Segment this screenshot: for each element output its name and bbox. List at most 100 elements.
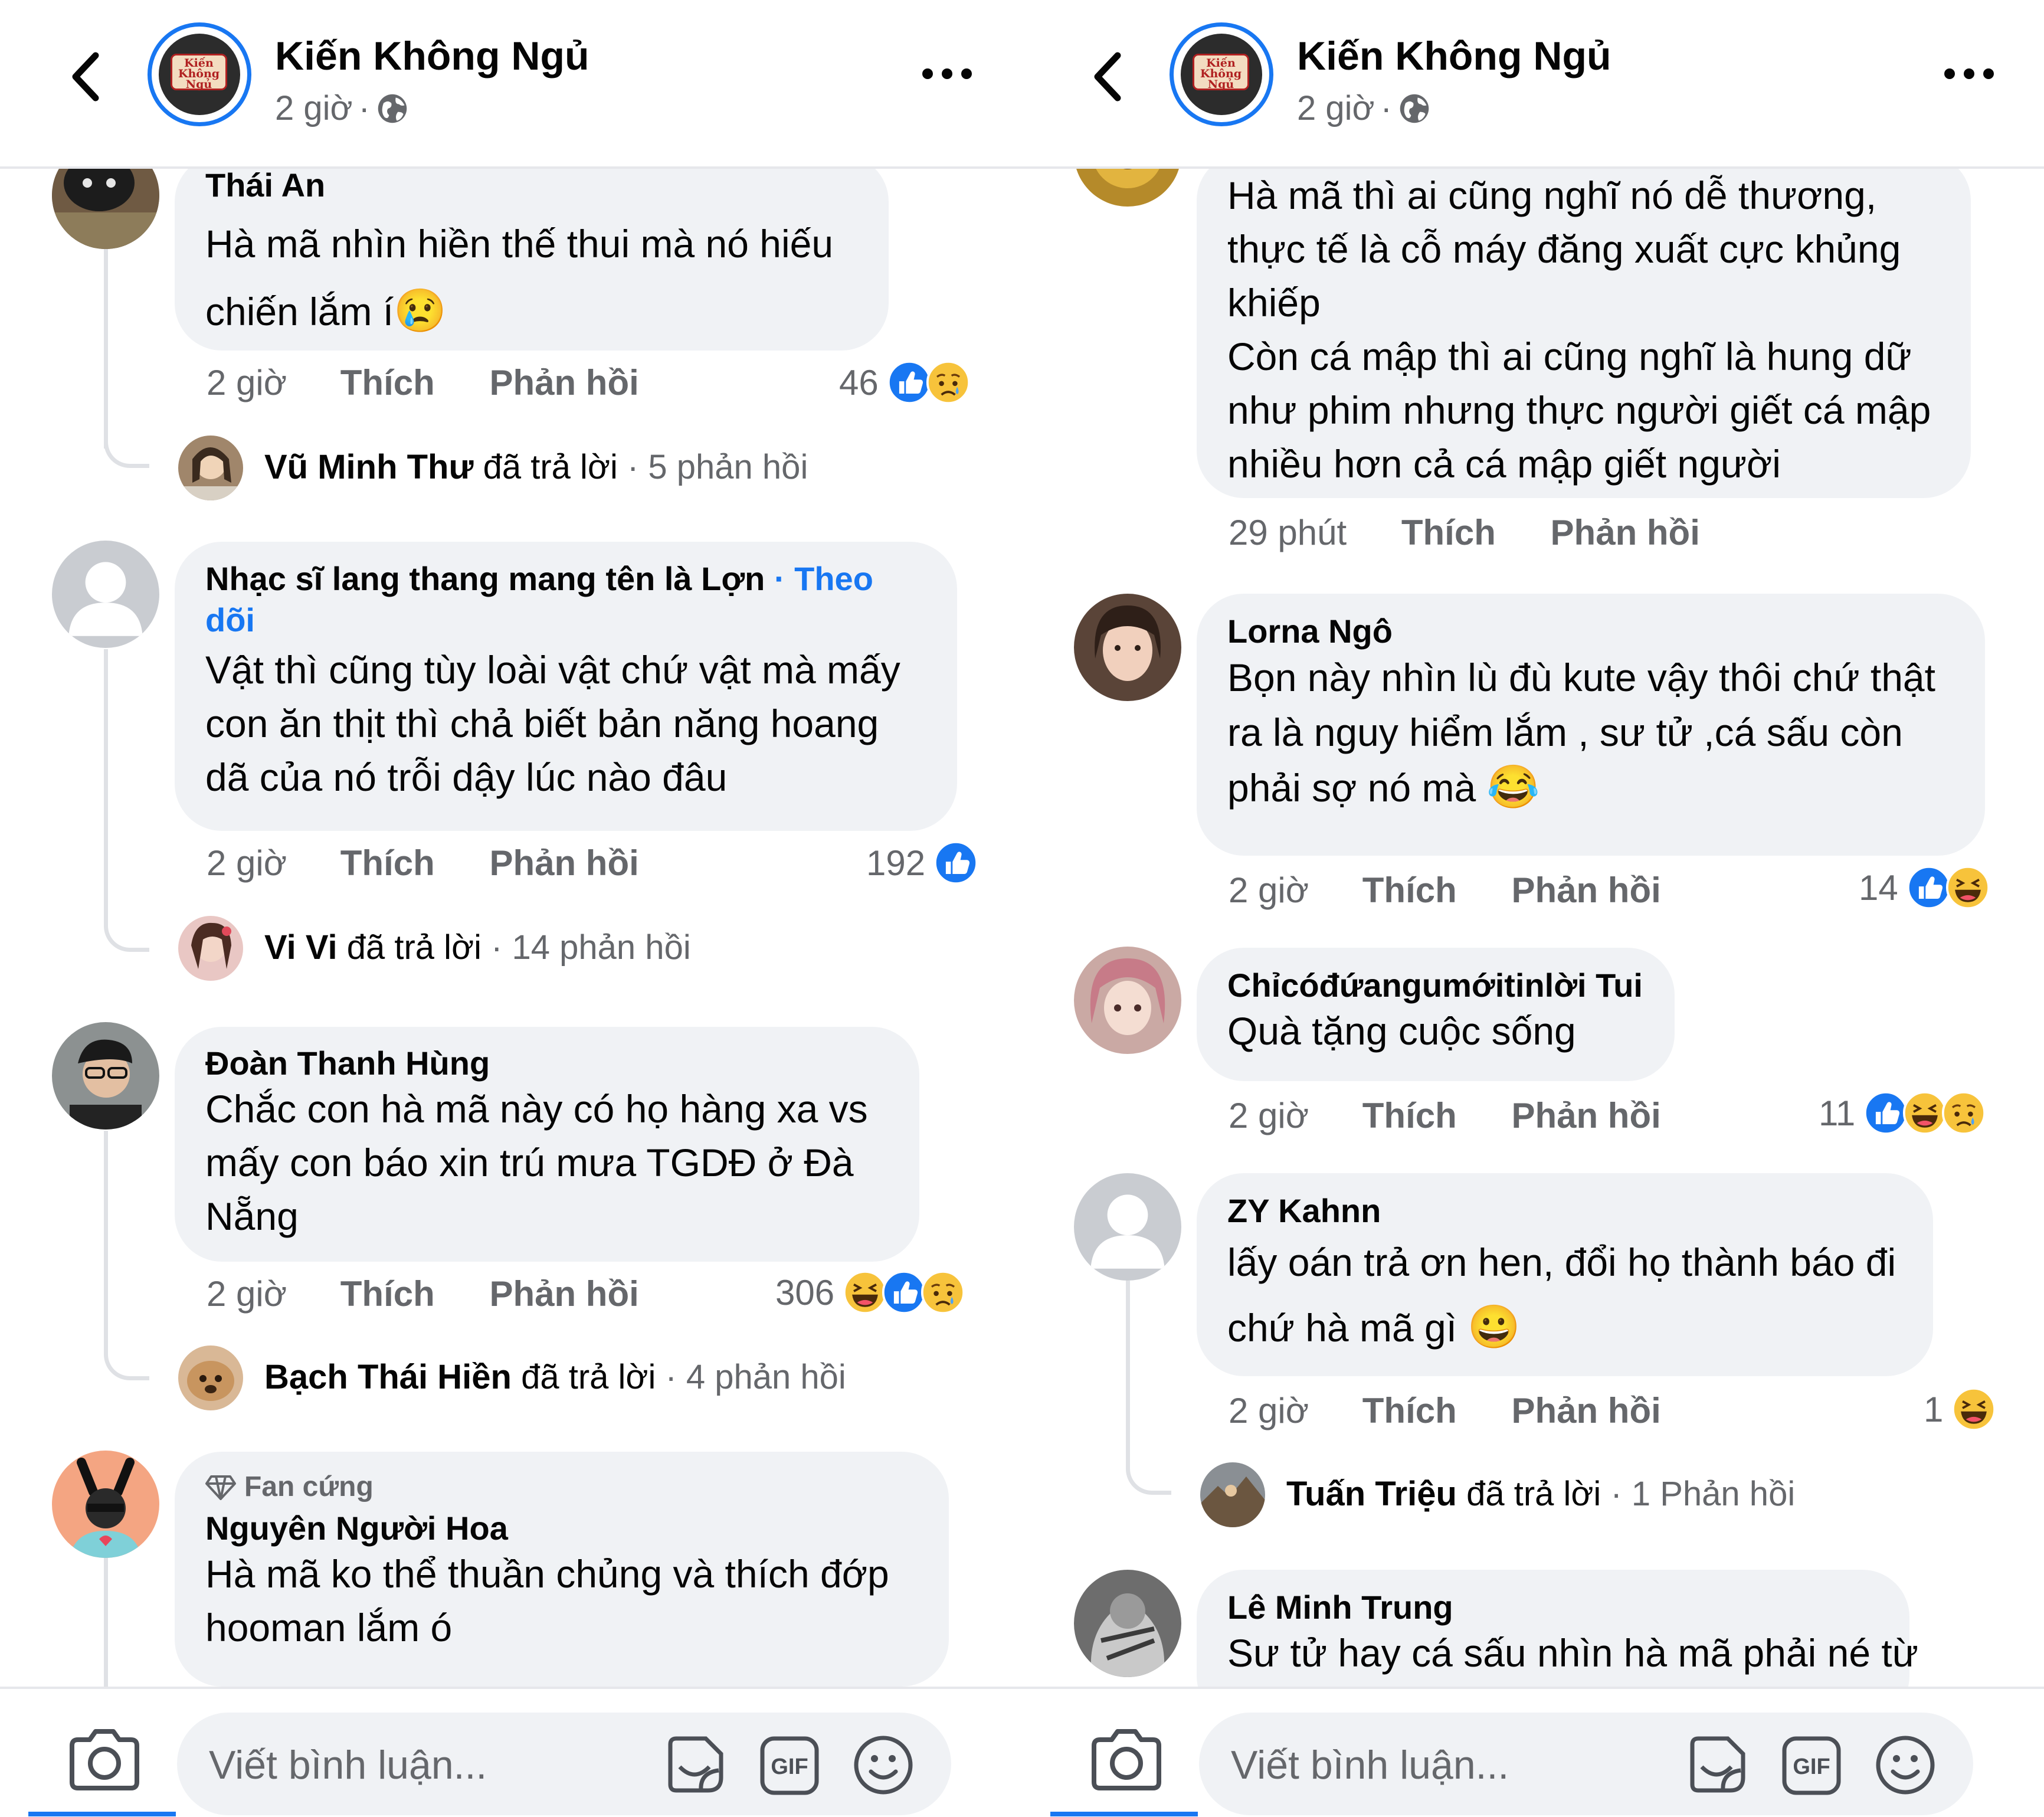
haha-reaction-icon [1902, 1091, 1947, 1135]
gif-icon[interactable]: GIF [759, 1735, 820, 1796]
reply-button[interactable]: Phản hồi [489, 362, 638, 403]
commenter-name[interactable]: Chỉcóđứangumớitinlời Tui [1227, 967, 1644, 1004]
comment-placeholder: Viết bình luận... [1231, 1743, 1509, 1787]
post-header: Kiến Không Ngủ Kiến Không Ngủ 2 giờ · [0, 0, 1022, 169]
reaction-count: 11 [1819, 1093, 1856, 1133]
comment-bubble[interactable]: Nhạc sĩ lang thang mang tên là Lợn · The… [175, 542, 957, 831]
reply-button[interactable]: Phản hồi [1511, 1390, 1660, 1431]
comment-input[interactable]: Viết bình luận... GIF [1199, 1713, 1973, 1815]
sticker-icon[interactable] [1684, 1733, 1749, 1798]
commenter-name[interactable]: Lê Minh Trung [1227, 1589, 1879, 1626]
fan-badge: Fan cứng [205, 1469, 918, 1505]
comment-text: Bọn này nhìn lù đù kute vậy thôi chứ thậ… [1227, 656, 1935, 811]
comment-bubble[interactable]: Lorna Ngô Bọn này nhìn lù đù kute vậy th… [1197, 594, 1985, 856]
reaction-summary[interactable]: 11 [1819, 1091, 1986, 1135]
commenter-name[interactable]: ZY Kahnn [1227, 1192, 1902, 1230]
post-time: 2 giờ [275, 89, 353, 127]
like-reaction-icon [1863, 1091, 1908, 1135]
comment-placeholder: Viết bình luận... [209, 1743, 487, 1787]
thread-connector [104, 891, 149, 952]
avatar[interactable] [52, 1451, 159, 1558]
commenter-name: Nhạc sĩ lang thang mang tên là Lợn · The… [205, 560, 873, 639]
reply-button[interactable]: Phản hồi [1551, 512, 1700, 553]
like-reaction-icon [882, 1270, 926, 1315]
home-indicator [1050, 1812, 1198, 1816]
reaction-count: 1 [1924, 1389, 1944, 1429]
emoji-icon[interactable] [851, 1733, 916, 1798]
reaction-summary[interactable]: 192 [866, 840, 978, 885]
reply-button[interactable]: Phản hồi [1511, 870, 1660, 911]
back-arrow-icon[interactable] [65, 47, 107, 106]
commenter-name[interactable]: Đoàn Thanh Hùng [205, 1045, 889, 1082]
globe-icon [376, 92, 409, 125]
default-avatar-icon[interactable] [1074, 1173, 1181, 1281]
comment-bubble[interactable]: ZY Kahnn lấy oán trả ơn hen, đổi họ thàn… [1197, 1173, 1933, 1376]
view-replies-link[interactable]: Tuấn Triệu đã trả lời · 1 Phản hồi [1286, 1474, 1795, 1514]
commenter-name[interactable]: Thái An [205, 166, 858, 204]
comment-input[interactable]: Viết bình luận... GIF [177, 1713, 951, 1815]
emoji-icon[interactable] [1873, 1733, 1938, 1798]
comment-text: Hà mã ko thể thuần chủng và thích đớp ho… [205, 1552, 889, 1649]
avatar[interactable] [1074, 1570, 1181, 1677]
more-options-icon[interactable] [1943, 65, 1996, 83]
reply-avatar[interactable] [1200, 1462, 1265, 1527]
reply-button[interactable]: Phản hồi [489, 843, 638, 883]
avatar[interactable] [1074, 594, 1181, 701]
like-button[interactable]: Thích [1362, 870, 1457, 911]
like-button[interactable]: Thích [340, 1273, 435, 1314]
gif-icon[interactable]: GIF [1781, 1735, 1842, 1796]
page-avatar[interactable]: Kiến Không Ngủ [1170, 22, 1273, 126]
like-reaction-icon [933, 840, 978, 885]
comment-actions: 2 giờ Thích Phản hồi [207, 843, 639, 883]
thread-line [1126, 1281, 1130, 1446]
commenter-name[interactable]: Nguyên Người Hoa [205, 1510, 918, 1547]
avatar[interactable] [1074, 947, 1181, 1054]
like-button[interactable]: Thích [1401, 512, 1496, 553]
like-button[interactable]: Thích [1362, 1390, 1457, 1431]
comment-actions: 2 giờ Thích Phản hồi [207, 362, 639, 403]
view-replies-link[interactable]: Vũ Minh Thư đã trả lời · 5 phản hồi [264, 447, 808, 487]
comment-text: Chắc con hà mã này có họ hàng xa vs mấy … [205, 1087, 868, 1238]
like-button[interactable]: Thích [340, 362, 435, 403]
thread-connector [104, 1320, 149, 1380]
post-meta: 2 giờ · [1297, 89, 1431, 128]
reaction-summary[interactable]: 14 [1859, 865, 1990, 910]
reaction-count: 46 [839, 362, 879, 402]
reply-avatar[interactable] [178, 436, 243, 500]
like-button[interactable]: Thích [1362, 1095, 1457, 1136]
reply-button[interactable]: Phản hồi [1511, 1095, 1660, 1136]
camera-icon[interactable] [1088, 1727, 1165, 1792]
comment-bubble[interactable]: Chỉcóđứangumớitinlời Tui Quà tặng cuộc s… [1197, 948, 1675, 1081]
comment-bubble[interactable]: Đoàn Thanh Hùng Chắc con hà mã này có họ… [175, 1027, 919, 1262]
sticker-icon[interactable] [662, 1733, 727, 1798]
reply-button[interactable]: Phản hồi [489, 1273, 638, 1314]
page-name[interactable]: Kiến Không Ngủ [1297, 33, 1611, 79]
thread-connector [1126, 1434, 1171, 1495]
reaction-summary[interactable]: 46 [839, 360, 971, 405]
comment-time: 2 giờ [1229, 1391, 1309, 1430]
default-avatar-icon[interactable] [52, 541, 159, 648]
page-name[interactable]: Kiến Không Ngủ [275, 33, 589, 79]
comment-bubble[interactable]: Thái An Hà mã nhìn hiền thế thui mà nó h… [175, 155, 889, 351]
like-button[interactable]: Thích [340, 843, 435, 883]
reply-avatar[interactable] [178, 916, 243, 981]
more-options-icon[interactable] [921, 65, 974, 83]
comment-time: 2 giờ [207, 843, 287, 883]
avatar[interactable] [52, 1022, 159, 1130]
globe-icon [1398, 92, 1431, 125]
page-avatar[interactable]: Kiến Không Ngủ [148, 22, 251, 126]
camera-icon[interactable] [66, 1727, 143, 1792]
back-arrow-icon[interactable] [1087, 47, 1129, 106]
svg-text:GIF: GIF [771, 1754, 808, 1779]
crying-emoji: 😢 [394, 287, 447, 335]
reply-avatar[interactable] [178, 1345, 243, 1410]
comment-bubble[interactable]: Fan cứng Nguyên Người Hoa Hà mã ko thể t… [175, 1452, 949, 1687]
reaction-summary[interactable]: 1 [1924, 1387, 1996, 1432]
commenter-name[interactable]: Lorna Ngô [1227, 613, 1954, 650]
view-replies-link[interactable]: Vi Vi đã trả lời · 14 phản hồi [264, 928, 691, 967]
page-logo: Kiến Không Ngủ [1193, 54, 1249, 90]
reaction-summary[interactable]: 306 [775, 1270, 965, 1315]
view-replies-link[interactable]: Bạch Thái Hiền đã trả lời · 4 phản hồi [264, 1357, 846, 1397]
thread-connector [104, 407, 149, 468]
comment-bubble[interactable]: Hà mã thì ai cũng nghĩ nó dễ thương, thự… [1197, 153, 1971, 498]
